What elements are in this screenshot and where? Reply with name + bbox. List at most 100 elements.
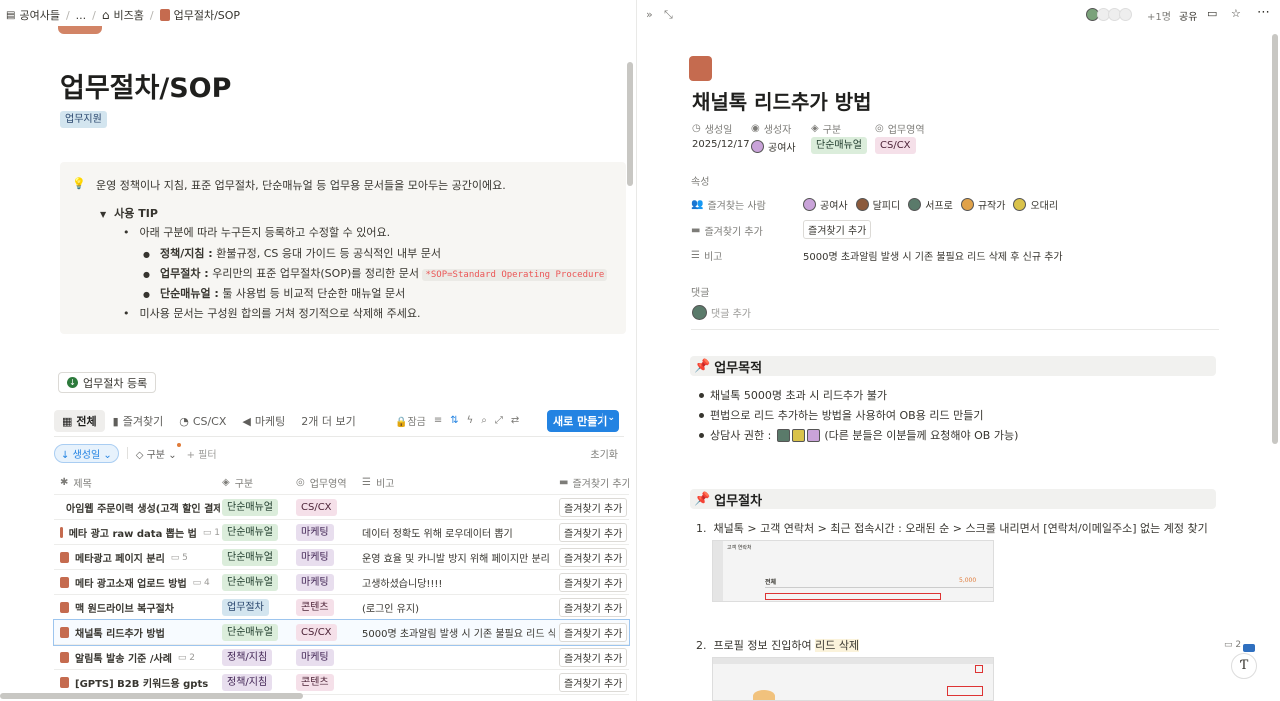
vertical-scrollbar[interactable] xyxy=(1272,34,1278,444)
horizontal-scrollbar[interactable] xyxy=(0,693,303,699)
column-header-name[interactable]: ✱ 제목 xyxy=(60,470,220,495)
row-area-cell[interactable]: CS/CX xyxy=(296,495,361,520)
prop-creator-value[interactable]: 공여사 xyxy=(751,139,796,154)
row-type-cell[interactable]: 단순매뉴얼 xyxy=(222,570,294,595)
row-note-cell[interactable]: 운영 효율 및 카니발 방지 위해 페이지만 분리 xyxy=(362,545,555,570)
settings-icon[interactable]: ⇄ xyxy=(511,415,519,426)
fav-button[interactable]: 즐겨찾기 추가 xyxy=(559,673,628,692)
star-icon[interactable]: ☆ xyxy=(1231,7,1241,20)
row-note-cell[interactable] xyxy=(362,645,555,670)
fav-button[interactable]: 즐겨찾기 추가 xyxy=(559,573,628,592)
row-area-cell[interactable]: 마케팅 xyxy=(296,545,361,570)
chevron-down-icon[interactable]: ⌄ xyxy=(602,413,615,423)
prop-type-value[interactable]: 단순매뉴얼 xyxy=(811,137,867,154)
row-name-cell[interactable]: 아임웹 주문이력 생성(고객 할인 결제 xyxy=(60,495,220,520)
more-options-icon[interactable]: ⋯ xyxy=(1257,5,1270,20)
comment-badge[interactable]: ▭ 2 xyxy=(1224,640,1241,650)
breadcrumb-home[interactable]: ⌂ 비즈홈 xyxy=(98,5,148,25)
row-note-cell[interactable] xyxy=(362,495,555,520)
screenshot-image[interactable]: 고객 연락처 전체 5,000 xyxy=(712,540,994,602)
row-type-cell[interactable]: 단순매뉴얼 xyxy=(222,520,294,545)
add-filter-button[interactable]: + 필터 xyxy=(187,446,217,461)
reset-button[interactable]: 초기화 xyxy=(590,446,618,461)
open-full-icon[interactable]: ⤡ xyxy=(664,8,673,22)
row-area-cell[interactable]: 마케팅 xyxy=(296,570,361,595)
fav-button[interactable]: 즐겨찾기 추가 xyxy=(559,523,628,542)
fav-add-button[interactable]: 즐겨찾기 추가 xyxy=(803,220,872,239)
table-row[interactable]: 채널톡 리드추가 방법 단순매뉴얼 CS/CX 5000명 초과알림 발생 시 기존 … xyxy=(53,619,630,646)
filter-icon[interactable]: ≡ xyxy=(434,415,442,426)
search-icon[interactable]: ⌕ xyxy=(481,415,487,426)
table-row[interactable]: 메타 광고 raw data 뽑는 법 ▭ 1 단순매뉴얼 마케팅 데이터 정확도 위해… xyxy=(54,520,629,545)
note-value[interactable]: 5000명 초과알림 발생 시 기존 불필요 리드 삭제 후 신규 추가 xyxy=(803,248,1063,263)
column-header-note[interactable]: ☰ 비고 xyxy=(362,470,552,495)
register-sop-button[interactable]: ↓ 업무절차 등록 xyxy=(58,372,157,393)
share-button[interactable]: 공유 xyxy=(1179,8,1197,23)
row-name-cell[interactable]: 채널톡 리드추가 방법 xyxy=(60,620,220,645)
row-area-cell[interactable]: 콘텐츠 xyxy=(296,595,361,620)
toggle-tip[interactable]: ▼ 사용 TIP xyxy=(100,205,158,221)
prop-area-value[interactable]: CS/CX xyxy=(875,137,916,154)
automation-icon[interactable]: ϟ xyxy=(467,415,474,426)
table-row[interactable]: 맥 원드라이브 복구절차 업무절차 콘텐츠 (로그인 유지) 즐겨찾기 추가 xyxy=(54,595,629,620)
row-area-cell[interactable]: 마케팅 xyxy=(296,520,361,545)
row-type-cell[interactable]: 정책/지침 xyxy=(222,670,294,695)
row-note-cell[interactable]: (로그인 유지) xyxy=(362,595,555,620)
table-row[interactable]: 메타 광고소재 업로드 방법 ▭ 4 단순매뉴얼 마케팅 고생하셨습니당!!!! 즐겨찾기… xyxy=(54,570,629,595)
comment-input[interactable]: 댓글 추가 xyxy=(692,305,751,320)
favs-list[interactable]: 공여사 달피디 서프로 규작가 오대리 xyxy=(803,197,1058,212)
vertical-scrollbar[interactable] xyxy=(627,62,633,186)
row-type-cell[interactable]: 단순매뉴얼 xyxy=(222,495,294,520)
column-header-type[interactable]: ◈ 구분 xyxy=(222,470,294,495)
row-name-cell[interactable]: 메타광고 페이지 분리 ▭ 5 xyxy=(60,545,220,570)
fav-button[interactable]: 즐겨찾기 추가 xyxy=(559,548,628,567)
page-tag[interactable]: 업무지원 xyxy=(60,111,107,128)
expand-icon[interactable]: ⤢ xyxy=(495,415,503,426)
breadcrumb-current[interactable]: 업무절차/SOP xyxy=(156,5,244,25)
breadcrumb-workspace[interactable]: ▤ 공여사들 xyxy=(2,5,64,25)
table-row[interactable]: 아임웹 주문이력 생성(고객 할인 결제 단순매뉴얼 CS/CX 즐겨찾기 추가 xyxy=(54,495,629,520)
row-area-cell[interactable]: 마케팅 xyxy=(296,645,361,670)
row-name-cell[interactable]: 알림톡 발송 기준 /사례 ▭ 2 xyxy=(60,645,220,670)
tab-all[interactable]: ▦ 전체 xyxy=(54,410,105,432)
table-row[interactable]: 메타광고 페이지 분리 ▭ 5 단순매뉴얼 마케팅 운영 효율 및 카니발 방지 위해 … xyxy=(54,545,629,570)
help-assistant-icon[interactable]: Ƭ xyxy=(1231,653,1257,679)
fav-button[interactable]: 즐겨찾기 추가 xyxy=(559,648,628,667)
attributes-heading[interactable]: 속성 xyxy=(691,173,709,188)
fav-button[interactable]: 즐겨찾기 추가 xyxy=(559,498,628,517)
row-note-cell[interactable]: 데이터 정확도 위해 로우데이터 뽑기 xyxy=(362,520,555,545)
doc-title[interactable]: 채널톡 리드추가 방법 xyxy=(692,86,872,115)
new-button[interactable]: 새로 만들기 ⌄ xyxy=(547,410,619,432)
fav-button[interactable]: 즐겨찾기 추가 xyxy=(559,598,628,617)
close-peek-icon[interactable]: » xyxy=(646,8,653,21)
table-row[interactable]: [GPTS] B2B 키워드용 gpts 정책/지침 콘텐츠 즐겨찾기 추가 xyxy=(54,670,629,695)
comment-icon[interactable]: ▭ xyxy=(1207,7,1217,20)
column-header-area[interactable]: ◎ 업무영역 xyxy=(296,470,361,495)
row-name-cell[interactable]: 메타 광고소재 업로드 방법 ▭ 4 xyxy=(60,570,220,595)
sort-chip[interactable]: ↓ 생성일 ⌄ xyxy=(54,443,119,463)
tab-cscx[interactable]: ◔ CS/CX xyxy=(171,412,234,431)
fav-button[interactable]: 즐겨찾기 추가 xyxy=(559,623,628,642)
row-note-cell[interactable]: 5000명 초과알림 발생 시 기존 불필요 리드 삭제 후 xyxy=(362,620,555,645)
prop-created-value[interactable]: 2025/12/17 xyxy=(692,139,750,150)
row-area-cell[interactable]: CS/CX xyxy=(296,620,361,645)
row-type-cell[interactable]: 정책/지침 xyxy=(222,645,294,670)
row-name-cell[interactable]: 맥 원드라이브 복구절차 xyxy=(60,595,220,620)
row-note-cell[interactable] xyxy=(362,670,555,695)
row-type-cell[interactable]: 업무절차 xyxy=(222,595,294,620)
lock-icon[interactable]: 🔒잠금 xyxy=(395,413,426,428)
row-area-cell[interactable]: 콘텐츠 xyxy=(296,670,361,695)
column-header-fav[interactable]: ▬ 즐겨찾기 추가 xyxy=(559,470,629,495)
more-viewers[interactable]: +1명 xyxy=(1147,8,1171,23)
row-note-cell[interactable]: 고생하셨습니당!!!! xyxy=(362,570,555,595)
row-type-cell[interactable]: 단순매뉴얼 xyxy=(222,545,294,570)
screenshot-image[interactable] xyxy=(712,657,994,701)
group-chip[interactable]: ◇ 구분 ⌄ xyxy=(136,442,181,461)
row-name-cell[interactable]: [GPTS] B2B 키워드용 gpts xyxy=(60,670,220,695)
tab-more[interactable]: 2개 더 보기 xyxy=(293,410,363,432)
row-name-cell[interactable]: 메타 광고 raw data 뽑는 법 ▭ 1 xyxy=(60,520,220,545)
tab-marketing[interactable]: ◀ 마케팅 xyxy=(234,410,293,432)
breadcrumb-ellipsis[interactable]: ... xyxy=(72,7,91,24)
avatar-stack[interactable] xyxy=(1086,8,1132,21)
sort-icon[interactable]: ⇅ xyxy=(450,415,458,426)
